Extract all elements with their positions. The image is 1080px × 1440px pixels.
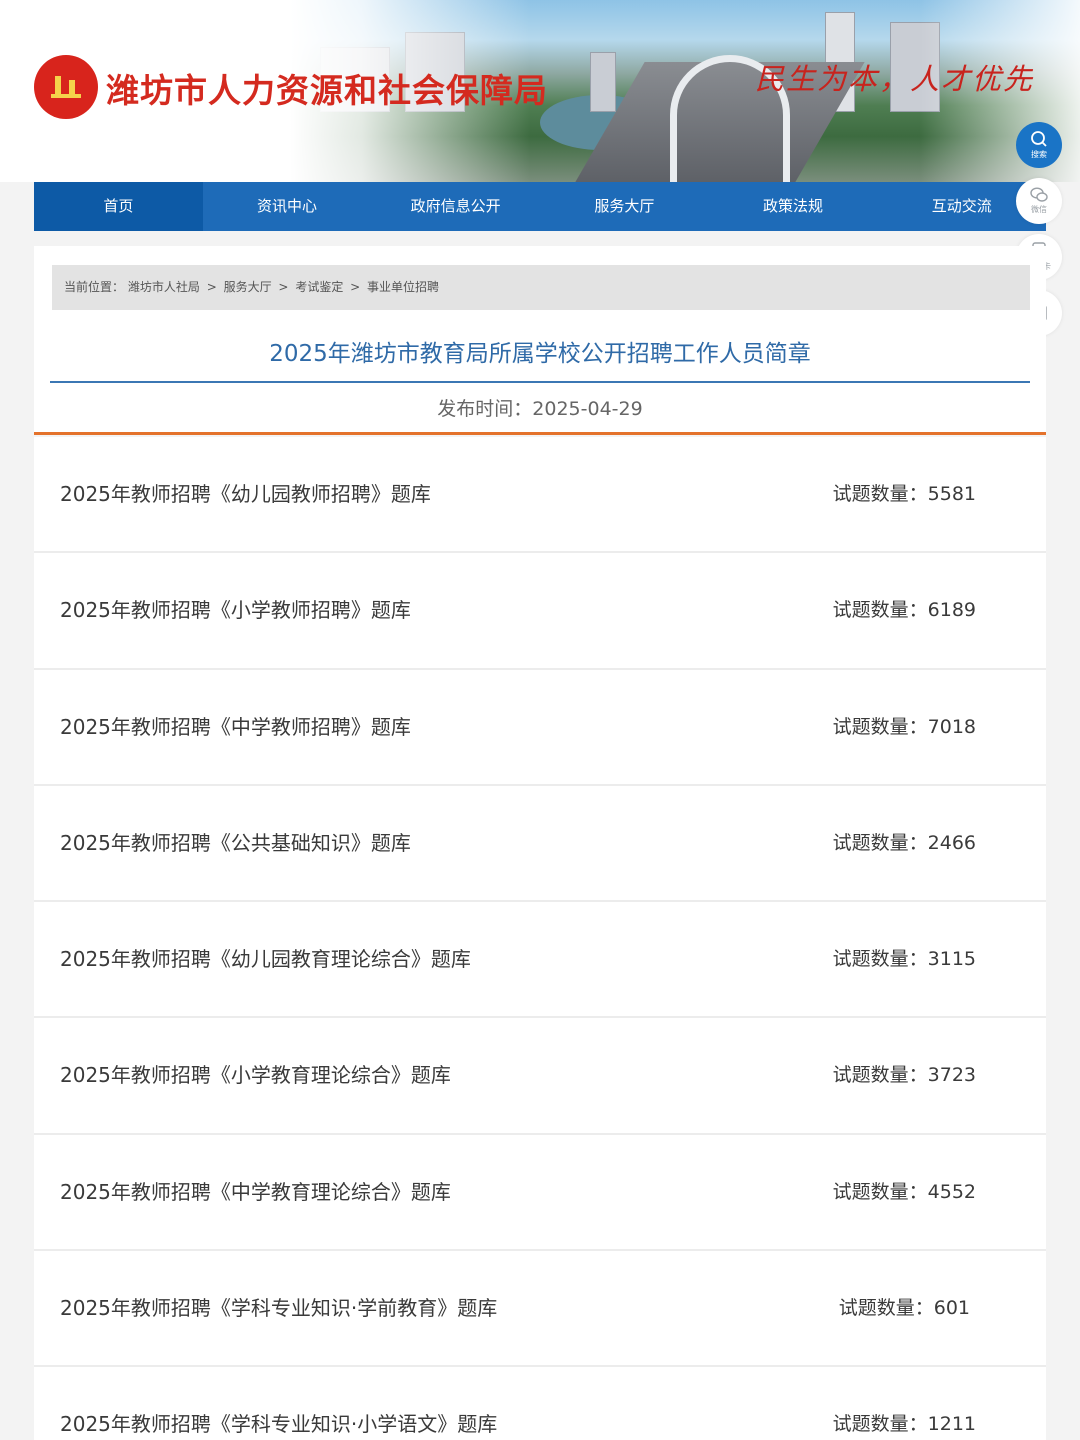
list-item-count: 试题数量：7018	[833, 670, 976, 784]
article-title: 2025年潍坊市教育局所属学校公开招聘工作人员简章	[269, 341, 811, 367]
list-item[interactable]: 2025年教师招聘《幼儿园教育理论综合》题库 试题数量：3115	[34, 902, 1046, 1019]
nav-item-gov-info[interactable]: 政府信息公开	[371, 182, 540, 231]
list-item-title: 2025年教师招聘《中学教师招聘》题库	[60, 714, 411, 739]
list-item[interactable]: 2025年教师招聘《学科专业知识·学前教育》题库 试题数量：601	[34, 1251, 1046, 1368]
list-item-title: 2025年教师招聘《中学教育理论综合》题库	[60, 1179, 451, 1204]
wechat-icon	[1030, 187, 1048, 202]
header-slogan: 民生为本，人才优先	[755, 62, 1035, 96]
site-title[interactable]: 潍坊市人力资源和社会保障局	[106, 64, 548, 112]
list-item-count: 试题数量：1211	[833, 1367, 976, 1440]
site-logo[interactable]	[34, 55, 98, 119]
list-item[interactable]: 2025年教师招聘《小学教师招聘》题库 试题数量：6189	[34, 553, 1046, 670]
list-item-count: 试题数量：3723	[833, 1018, 976, 1132]
publish-date-label: 发布时间：	[437, 398, 533, 420]
count-value: 5581	[927, 483, 976, 505]
list-item[interactable]: 2025年教师招聘《小学教育理论综合》题库 试题数量：3723	[34, 1018, 1046, 1135]
breadcrumb-link-home[interactable]: 潍坊市人社局	[128, 280, 200, 294]
publish-date: 发布时间：2025-04-29	[34, 394, 1046, 421]
count-value: 2466	[927, 831, 976, 854]
count-label: 试题数量：	[838, 1297, 934, 1320]
publish-date-value: 2025-04-29	[532, 398, 643, 420]
list-item[interactable]: 2025年教师招聘《幼儿园教师招聘》题库 试题数量：5581	[34, 437, 1046, 554]
breadcrumb-prefix: 当前位置：	[64, 280, 125, 294]
side-search-label: 搜索	[1031, 150, 1047, 159]
breadcrumb-link-recruitment[interactable]: 事业单位招聘	[367, 280, 439, 294]
count-label: 试题数量：	[832, 1180, 928, 1203]
side-wechat-button[interactable]: 微信	[1016, 178, 1062, 224]
breadcrumb-link-service-hall[interactable]: 服务大厅	[224, 280, 272, 294]
list-item[interactable]: 2025年教师招聘《公共基础知识》题库 试题数量：2466	[34, 785, 1046, 903]
count-label: 试题数量：	[832, 948, 928, 971]
count-label: 试题数量：	[832, 1413, 928, 1436]
list-item-count: 试题数量：2466	[833, 786, 976, 900]
count-value: 4552	[927, 1180, 976, 1203]
side-search-button[interactable]: 搜索	[1016, 122, 1062, 168]
list-item[interactable]: 2025年教师招聘《中学教育理论综合》题库 试题数量：4552	[34, 1134, 1046, 1252]
list-item[interactable]: 2025年教师招聘《学科专业知识·小学语文》题库 试题数量：1211	[34, 1367, 1046, 1440]
list-item[interactable]: 2025年教师招聘《中学教师招聘》题库 试题数量：7018	[34, 669, 1046, 786]
list-item-count: 试题数量：4552	[833, 1135, 976, 1249]
site-header: 民生为本，人才优先 潍坊市人力资源和社会保障局	[0, 0, 1080, 182]
list-item-title: 2025年教师招聘《幼儿园教育理论综合》题库	[60, 947, 471, 972]
list-item-count: 试题数量：6189	[833, 553, 976, 667]
count-value: 1211	[927, 1413, 976, 1436]
count-label: 试题数量：	[832, 831, 928, 854]
article-header-panel: 当前位置： 潍坊市人社局 > 服务大厅 > 考试鉴定 > 事业单位招聘 2025…	[34, 246, 1046, 434]
list-item-title: 2025年教师招聘《学科专业知识·小学语文》题库	[60, 1412, 498, 1437]
count-value: 3723	[927, 1064, 976, 1087]
count-value: 7018	[927, 715, 976, 738]
count-value: 6189	[927, 599, 976, 622]
content-divider	[34, 432, 1046, 435]
list-item-title: 2025年教师招聘《学科专业知识·学前教育》题库	[60, 1296, 498, 1321]
count-value: 3115	[927, 948, 976, 971]
list-item-count: 试题数量：601	[839, 1251, 970, 1365]
question-bank-list: 2025年教师招聘《幼儿园教师招聘》题库 试题数量：5581 2025年教师招聘…	[34, 437, 1046, 1440]
count-label: 试题数量：	[832, 1064, 928, 1087]
list-item-count: 试题数量：5581	[833, 437, 976, 551]
side-wechat-label: 微信	[1031, 205, 1047, 214]
breadcrumb: 当前位置： 潍坊市人社局 > 服务大厅 > 考试鉴定 > 事业单位招聘	[52, 265, 1030, 310]
list-item-count: 试题数量：3115	[833, 902, 976, 1016]
logo-emblem-icon	[51, 76, 81, 98]
search-icon	[1031, 131, 1047, 147]
count-label: 试题数量：	[832, 715, 928, 738]
count-label: 试题数量：	[832, 483, 928, 505]
breadcrumb-link-exam[interactable]: 考试鉴定	[295, 280, 343, 294]
breadcrumb-separator: >	[206, 280, 217, 294]
list-item-title: 2025年教师招聘《公共基础知识》题库	[60, 830, 411, 855]
count-value: 601	[933, 1297, 970, 1320]
nav-item-home[interactable]: 首页	[34, 182, 203, 231]
list-item-title: 2025年教师招聘《小学教师招聘》题库	[60, 598, 411, 623]
list-item-title: 2025年教师招聘《幼儿园教师招聘》题库	[60, 482, 431, 506]
count-label: 试题数量：	[832, 599, 928, 622]
main-nav: 首页 资讯中心 政府信息公开 服务大厅 政策法规 互动交流	[34, 182, 1046, 231]
breadcrumb-separator: >	[350, 280, 361, 294]
list-item-title: 2025年教师招聘《小学教育理论综合》题库	[60, 1063, 451, 1088]
nav-item-service-hall[interactable]: 服务大厅	[540, 182, 709, 231]
nav-item-policy[interactable]: 政策法规	[709, 182, 878, 231]
breadcrumb-separator: >	[278, 280, 289, 294]
title-divider	[50, 381, 1030, 383]
nav-item-news-center[interactable]: 资讯中心	[203, 182, 372, 231]
banner-building	[590, 52, 616, 112]
